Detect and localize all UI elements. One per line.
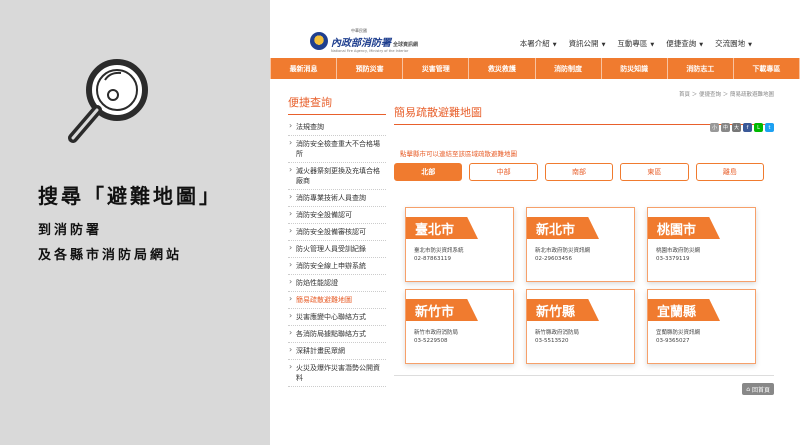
caret-down-icon: ▼ bbox=[552, 42, 557, 48]
city-card-title: 宜蘭縣 bbox=[648, 299, 720, 321]
main-nav-item[interactable]: 救災救護 bbox=[469, 58, 536, 79]
topnav-item[interactable]: 互動專區 ▼ bbox=[617, 38, 654, 49]
magnifier-icon bbox=[68, 59, 148, 143]
divider bbox=[394, 375, 774, 376]
city-card[interactable]: 新竹市 新竹市政府消防局 03-5229508 bbox=[405, 289, 514, 364]
city-card-title: 新北市 bbox=[527, 217, 599, 239]
sidebar-item[interactable]: 防焰性能認證 bbox=[288, 275, 386, 292]
region-tabs: 北部 中部 南部 東區 離島 bbox=[394, 163, 765, 181]
page-title: 簡易疏散避難地圖 bbox=[394, 104, 774, 125]
twitter-icon[interactable]: t bbox=[765, 123, 774, 132]
city-card-name: 宜蘭縣防災資訊網 bbox=[656, 330, 701, 336]
main-nav-item[interactable]: 災害管理 bbox=[403, 58, 470, 79]
city-card-name: 臺北市防災資訊系統 bbox=[414, 248, 464, 254]
city-card-name: 新北市政府防災資訊網 bbox=[535, 248, 591, 254]
main-nav-item[interactable]: 防災知識 bbox=[602, 58, 668, 79]
city-card-phone: 03-3379119 bbox=[656, 256, 690, 262]
caption-line-1: 搜尋「避難地圖」 bbox=[38, 184, 222, 208]
tab-central[interactable]: 中部 bbox=[469, 163, 538, 181]
caret-down-icon: ▼ bbox=[748, 42, 752, 48]
sidebar: 便捷查詢 法規查詢 消防安全檢查重大不合格場所 滅火器祭刻更換及充填合格廠商 消… bbox=[288, 94, 386, 387]
logo-title: 內政部消防署 全球資訊網 bbox=[331, 38, 419, 49]
caret-down-icon: ▼ bbox=[650, 42, 655, 48]
left-panel: 搜尋「避難地圖」 到消防署 及各縣市消防局網站 bbox=[0, 0, 270, 445]
sidebar-title: 便捷查詢 bbox=[288, 94, 386, 115]
back-home-button[interactable]: ⌂ 回首頁 bbox=[742, 383, 774, 395]
main-nav: 最新消息 預防災害 災害管理 救災救護 消防制度 防災知識 消防志工 下載專區 bbox=[270, 58, 800, 79]
city-card[interactable]: 臺北市 臺北市防災資訊系統 02-87863119 bbox=[405, 207, 514, 282]
city-card-title: 新竹市 bbox=[406, 299, 478, 321]
sidebar-item[interactable]: 消防安全檢查重大不合格場所 bbox=[288, 136, 386, 163]
city-card-title: 桃園市 bbox=[648, 217, 720, 239]
city-card-phone: 02-87863119 bbox=[414, 256, 451, 262]
notice-text: 點擊縣市可以連結至該區域疏散避難地圖 bbox=[400, 150, 517, 158]
city-card-name: 桃園市政府防災網 bbox=[656, 248, 701, 254]
topnav-item[interactable]: 本署介紹 ▼ bbox=[520, 38, 557, 49]
city-card-phone: 02-29603456 bbox=[535, 256, 572, 262]
sidebar-item[interactable]: 法規查詢 bbox=[288, 119, 386, 136]
main-nav-item[interactable]: 預防災害 bbox=[337, 58, 404, 79]
topnav-item[interactable]: 交流園地 ▼ bbox=[715, 38, 752, 49]
sidebar-item[interactable]: 消防安全設備認可 bbox=[288, 207, 386, 224]
site-header: 中華民國 內政部消防署 全球資訊網 National Fire Agency, M… bbox=[270, 0, 800, 56]
city-card-phone: 03-9365027 bbox=[656, 338, 690, 344]
sidebar-item[interactable]: 防火管理人員受訓紀錄 bbox=[288, 241, 386, 258]
sidebar-item[interactable]: 深耕計畫民眾網 bbox=[288, 343, 386, 360]
sidebar-item[interactable]: 消防安全設備審核認可 bbox=[288, 224, 386, 241]
caption: 搜尋「避難地圖」 到消防署 及各縣市消防局網站 bbox=[38, 180, 222, 263]
tab-north[interactable]: 北部 bbox=[394, 163, 463, 181]
city-card[interactable]: 宜蘭縣 宜蘭縣防災資訊網 03-9365027 bbox=[647, 289, 756, 364]
caption-line-2: 到消防署 bbox=[38, 223, 103, 238]
city-card-phone: 03-5513520 bbox=[535, 338, 569, 344]
city-cards: 臺北市 臺北市防災資訊系統 02-87863119 新北市 新北市政府防災資訊網… bbox=[405, 207, 765, 364]
breadcrumb: 首頁 ＞ 便捷查詢 ＞ 簡易疏散避難地圖 bbox=[679, 92, 774, 98]
font-small-icon[interactable]: 小 bbox=[710, 123, 719, 132]
city-card-title: 新竹縣 bbox=[527, 299, 599, 321]
sidebar-item[interactable]: 消防安全線上申辦系統 bbox=[288, 258, 386, 275]
site-logo[interactable]: 中華民國 內政部消防署 全球資訊網 National Fire Agency, M… bbox=[310, 28, 418, 53]
main-nav-item[interactable]: 消防制度 bbox=[536, 58, 602, 79]
topnav-item[interactable]: 資訊公開 ▼ bbox=[569, 38, 606, 49]
city-card-name: 新竹市政府消防局 bbox=[414, 330, 459, 336]
sidebar-item[interactable]: 火災及爆炸災害潛勢公開資料 bbox=[288, 360, 386, 387]
topnav-item[interactable]: 便捷查詢 ▼ bbox=[666, 38, 703, 49]
sidebar-item[interactable]: 滅火器祭刻更換及充填合格廠商 bbox=[288, 163, 386, 190]
website: 中華民國 內政部消防署 全球資訊網 National Fire Agency, M… bbox=[270, 0, 800, 445]
main-nav-item[interactable]: 消防志工 bbox=[668, 58, 734, 79]
caret-down-icon: ▼ bbox=[699, 42, 704, 48]
tab-south[interactable]: 南部 bbox=[544, 163, 614, 181]
city-card[interactable]: 新竹縣 新竹縣政府消防局 03-5513520 bbox=[526, 289, 635, 364]
sidebar-item-active[interactable]: 簡易疏散避難地圖 bbox=[288, 292, 386, 309]
city-card[interactable]: 新北市 新北市政府防災資訊網 02-29603456 bbox=[526, 207, 635, 282]
sidebar-item[interactable]: 各消防局據點聯絡方式 bbox=[288, 326, 386, 343]
city-card[interactable]: 桃園市 桃園市政府防災網 03-3379119 bbox=[647, 207, 756, 282]
share-bar: 小 中 大 f L t bbox=[710, 123, 774, 132]
caret-down-icon: ▼ bbox=[601, 42, 606, 48]
main-nav-item[interactable]: 下載專區 bbox=[734, 58, 800, 79]
city-card-name: 新竹縣政府消防局 bbox=[535, 330, 580, 336]
facebook-icon[interactable]: f bbox=[743, 123, 752, 132]
city-card-title: 臺北市 bbox=[406, 217, 478, 239]
tab-east[interactable]: 東區 bbox=[620, 163, 689, 181]
font-medium-icon[interactable]: 中 bbox=[721, 123, 730, 132]
main-nav-item[interactable]: 最新消息 bbox=[270, 58, 338, 79]
emblem-icon bbox=[310, 31, 328, 50]
tab-islands[interactable]: 離島 bbox=[695, 163, 765, 181]
main-content: 首頁 ＞ 便捷查詢 ＞ 簡易疏散避難地圖 簡易疏散避難地圖 小 中 大 f L … bbox=[394, 90, 774, 395]
line-icon[interactable]: L bbox=[754, 123, 763, 132]
city-card-phone: 03-5229508 bbox=[414, 338, 448, 344]
caption-line-3: 及各縣市消防局網站 bbox=[38, 248, 183, 263]
sidebar-item[interactable]: 災害應變中心聯絡方式 bbox=[288, 309, 386, 326]
font-large-icon[interactable]: 大 bbox=[732, 123, 741, 132]
top-nav: 本署介紹 ▼ 資訊公開 ▼ 互動專區 ▼ 便捷查詢 ▼ 交流園地 ▼ bbox=[520, 38, 752, 49]
logo-en: National Fire Agency, Ministry of the In… bbox=[331, 49, 409, 53]
sidebar-item[interactable]: 消防專業技術人員查詢 bbox=[288, 190, 386, 207]
